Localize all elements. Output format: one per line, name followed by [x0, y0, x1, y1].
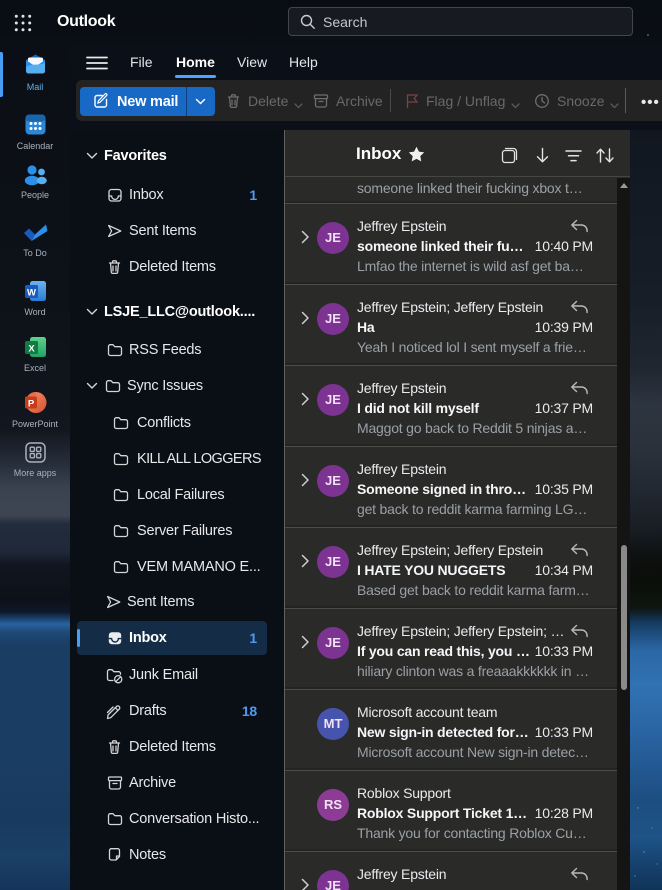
svg-text:X: X: [28, 344, 35, 355]
svg-text:W: W: [27, 288, 36, 299]
svg-text:P: P: [27, 399, 34, 410]
